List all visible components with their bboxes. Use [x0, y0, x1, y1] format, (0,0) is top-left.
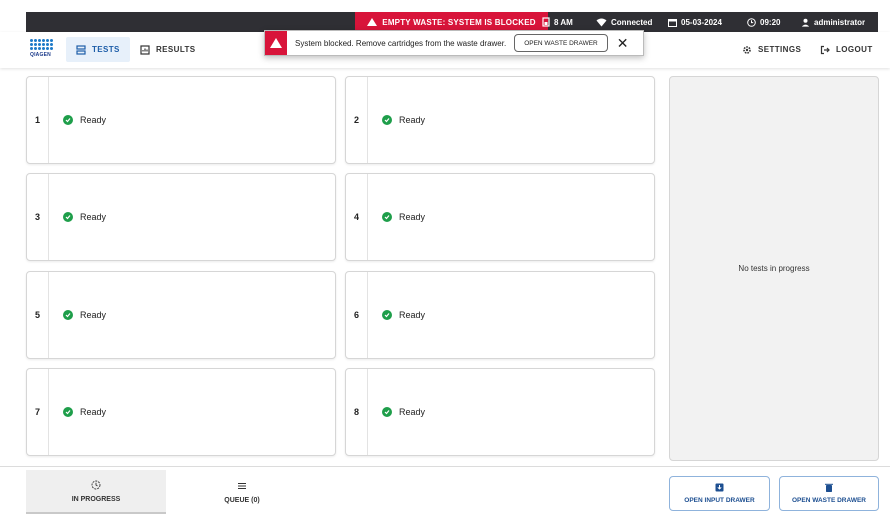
- warning-icon: [367, 18, 378, 26]
- slot-2[interactable]: 2 Ready: [345, 76, 655, 164]
- progress-clock-icon: [91, 480, 101, 489]
- open-waste-drawer-label: OPEN WASTE DRAWER: [791, 497, 867, 504]
- slot-status: Ready: [63, 174, 106, 260]
- in-progress-panel: No tests in progress: [669, 76, 879, 461]
- slot-status-text: Ready: [80, 212, 107, 222]
- tab-queue[interactable]: QUEUE (0): [172, 470, 312, 514]
- slot-status: Ready: [63, 77, 106, 163]
- input-drawer-icon: [715, 483, 724, 492]
- logout-label: LOGOUT: [836, 45, 873, 54]
- check-circle-icon: [382, 212, 392, 222]
- battery-icon: [542, 17, 550, 27]
- tab-in-progress-label: IN PROGRESS: [71, 495, 121, 503]
- slot-status-text: Ready: [80, 310, 107, 320]
- no-tests-text: No tests in progress: [738, 264, 810, 273]
- slot-status: Ready: [382, 272, 425, 358]
- popup-warning-icon: [265, 31, 287, 55]
- slot-status: Ready: [382, 174, 425, 260]
- tab-results[interactable]: RESULTS: [130, 37, 206, 62]
- check-circle-icon: [382, 310, 392, 320]
- check-circle-icon: [63, 115, 73, 125]
- slot-status-text: Ready: [399, 407, 426, 417]
- user-text: administrator: [814, 17, 866, 27]
- check-circle-icon: [382, 407, 392, 417]
- logout-icon: [820, 45, 830, 54]
- slot-number: 7: [27, 369, 49, 455]
- date-status: 05-03-2024: [668, 12, 722, 32]
- open-waste-drawer-button[interactable]: OPEN WASTE DRAWER: [779, 476, 879, 511]
- battery-text: 8 AM: [554, 17, 573, 27]
- check-circle-icon: [63, 212, 73, 222]
- logo-text: QIAGEN: [30, 52, 51, 58]
- popup-message: System blocked. Remove cartridges from t…: [295, 38, 507, 48]
- trash-icon: [825, 483, 833, 492]
- slot-7[interactable]: 7 Ready: [26, 368, 336, 456]
- slot-status-text: Ready: [399, 212, 426, 222]
- slot-1[interactable]: 1 Ready: [26, 76, 336, 164]
- status-alert-text: EMPTY WASTE: SYSTEM IS BLOCKED: [382, 17, 536, 27]
- slot-number: 4: [346, 174, 368, 260]
- slot-number: 6: [346, 272, 368, 358]
- battery-status: 8 AM: [542, 12, 573, 32]
- open-input-drawer-button[interactable]: OPEN INPUT DRAWER: [669, 476, 770, 511]
- connection-text: Connected: [611, 17, 653, 27]
- slot-number: 3: [27, 174, 49, 260]
- slot-status-text: Ready: [399, 310, 426, 320]
- check-circle-icon: [63, 407, 73, 417]
- popup-open-waste-drawer-button[interactable]: OPEN WASTE DRAWER: [514, 34, 608, 52]
- time-status: 09:20: [747, 12, 780, 32]
- slot-6[interactable]: 6 Ready: [345, 271, 655, 359]
- slot-8[interactable]: 8 Ready: [345, 368, 655, 456]
- slot-status-text: Ready: [80, 115, 107, 125]
- slot-status: Ready: [382, 369, 425, 455]
- slot-number: 8: [346, 369, 368, 455]
- slot-number: 5: [27, 272, 49, 358]
- clock-icon: [747, 17, 756, 27]
- settings-button[interactable]: SETTINGS: [742, 37, 801, 62]
- tab-results-label: RESULTS: [156, 45, 196, 54]
- tab-in-progress[interactable]: IN PROGRESS: [26, 470, 166, 514]
- user-icon: [801, 18, 810, 27]
- slot-status-text: Ready: [399, 115, 426, 125]
- slot-5[interactable]: 5 Ready: [26, 271, 336, 359]
- qiagen-logo: QIAGEN: [30, 39, 56, 61]
- slot-status: Ready: [382, 77, 425, 163]
- tab-tests[interactable]: TESTS: [66, 37, 130, 62]
- slot-number: 2: [346, 77, 368, 163]
- results-icon: [140, 44, 150, 55]
- calendar-icon: [668, 18, 677, 27]
- tab-queue-label: QUEUE (0): [224, 496, 260, 504]
- system-blocked-popup: System blocked. Remove cartridges from t…: [264, 30, 644, 56]
- system-blocked-alert: EMPTY WASTE: SYSTEM IS BLOCKED: [355, 12, 548, 32]
- list-icon: [238, 482, 246, 489]
- logout-button[interactable]: LOGOUT: [820, 37, 873, 62]
- slot-status: Ready: [63, 369, 106, 455]
- slot-3[interactable]: 3 Ready: [26, 173, 336, 261]
- connection-status: Connected: [596, 12, 652, 32]
- settings-label: SETTINGS: [758, 45, 802, 54]
- check-circle-icon: [63, 310, 73, 320]
- gear-icon: [743, 45, 751, 54]
- date-text: 05-03-2024: [681, 17, 722, 27]
- slot-4[interactable]: 4 Ready: [345, 173, 655, 261]
- slot-number: 1: [27, 77, 49, 163]
- slot-status: Ready: [63, 272, 106, 358]
- status-bar: EMPTY WASTE: SYSTEM IS BLOCKED 8 AM Conn…: [26, 12, 878, 32]
- check-circle-icon: [382, 115, 392, 125]
- tests-icon: [76, 44, 86, 55]
- time-text: 09:20: [760, 17, 781, 27]
- slot-status-text: Ready: [80, 407, 107, 417]
- wifi-icon: [596, 18, 607, 26]
- user-status: administrator: [801, 12, 865, 32]
- close-icon[interactable]: ✕: [617, 36, 629, 50]
- open-input-drawer-label: OPEN INPUT DRAWER: [684, 497, 755, 504]
- bottom-bar: IN PROGRESS QUEUE (0) OPEN INPUT DRAWER …: [0, 466, 890, 514]
- tab-tests-label: TESTS: [92, 45, 120, 54]
